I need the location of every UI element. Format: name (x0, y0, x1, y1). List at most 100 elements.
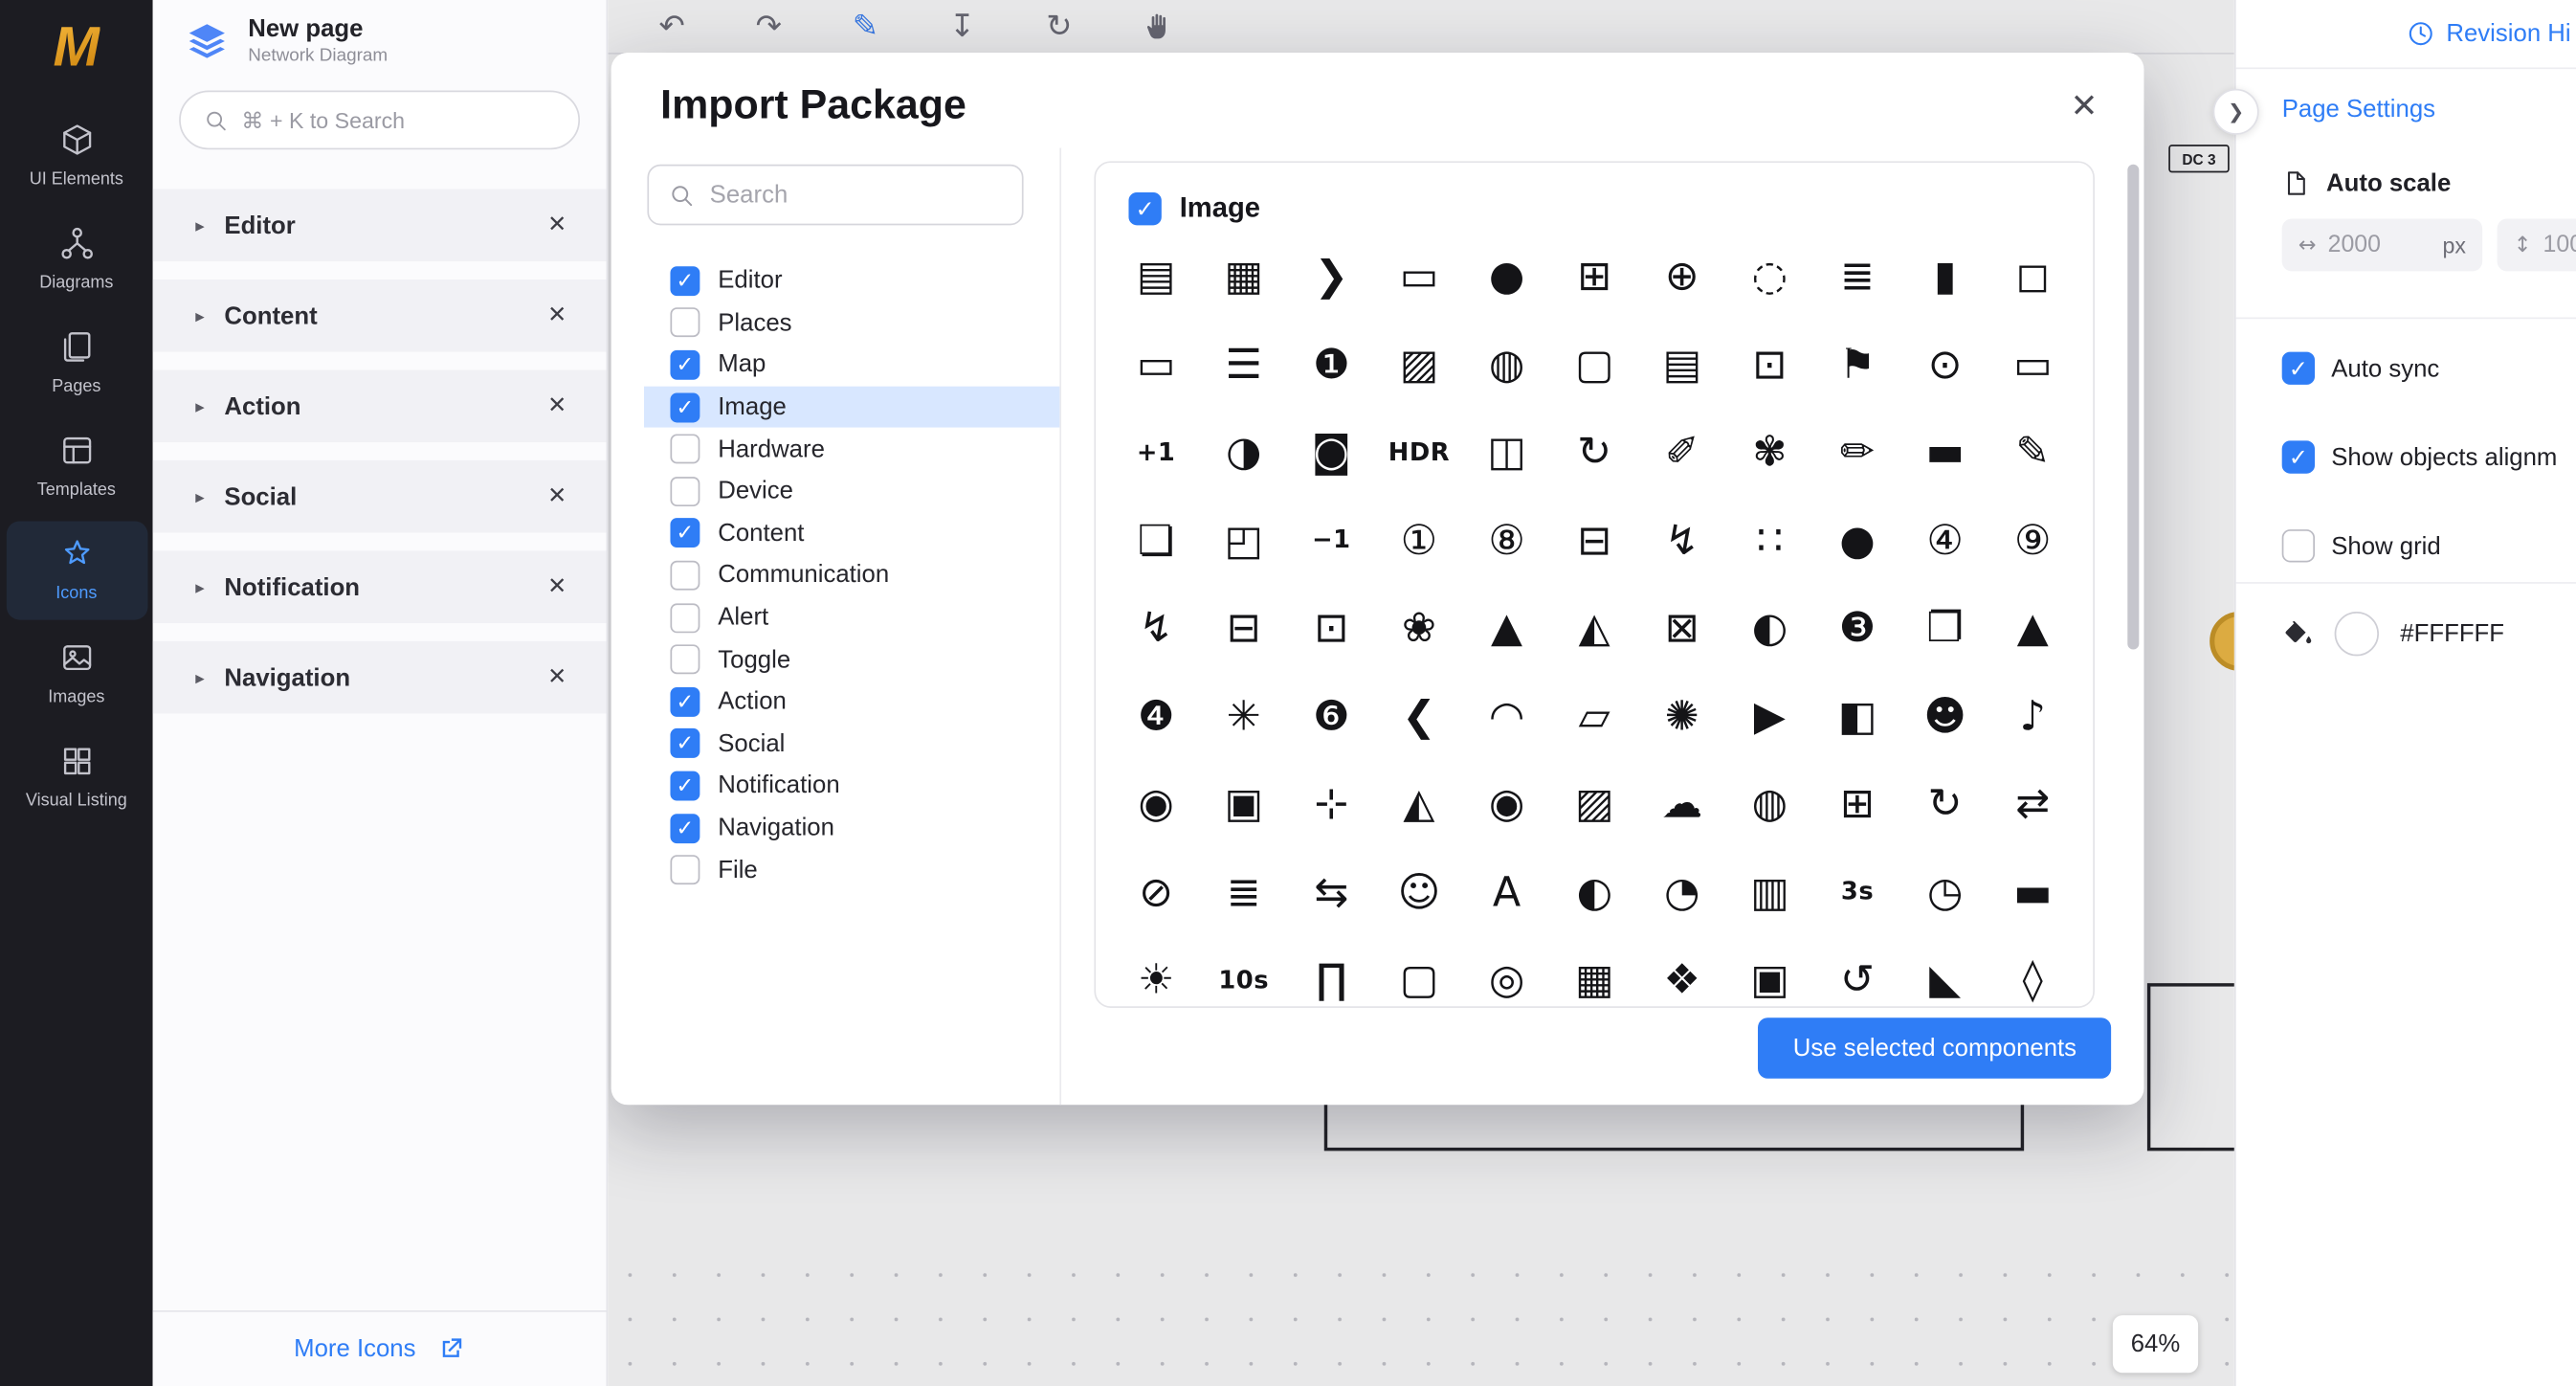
modal-search-input[interactable] (710, 181, 1003, 209)
tune-icon[interactable]: ≣ (1200, 847, 1288, 935)
looks-icon[interactable]: ◠ (1463, 672, 1551, 760)
swap-horiz-icon[interactable]: ⇆ (1288, 847, 1376, 935)
burst-mode-icon[interactable]: ▥ (1726, 847, 1814, 935)
scrollbar-thumb[interactable] (2127, 165, 2139, 650)
remove-red-eye-icon[interactable]: ◉ (1463, 760, 1551, 848)
category-checkbox[interactable] (670, 813, 700, 842)
collapse-panel-button[interactable]: ❯ (2213, 89, 2259, 135)
open-in-canvas-icon[interactable] (437, 1335, 465, 1363)
more-icons-link[interactable]: More Icons (294, 1335, 415, 1363)
panorama-wide-angle-icon[interactable]: ▭ (1112, 320, 1200, 408)
crop-free-icon[interactable]: ◰ (1200, 496, 1288, 584)
modal-search[interactable] (647, 165, 1023, 226)
crop-landscape-icon[interactable]: ▭ (1375, 232, 1463, 320)
filter-vintage-icon[interactable]: ✾ (1726, 408, 1814, 496)
category-item-content[interactable]: Content (644, 512, 1059, 554)
flip-icon[interactable]: ◫ (1463, 408, 1551, 496)
category-item-device[interactable]: Device (644, 470, 1059, 512)
palette-filled-icon[interactable]: ◍ (1726, 760, 1814, 848)
wb-incandescent-icon[interactable]: ◊ (1988, 935, 2076, 1008)
category-checkbox[interactable] (670, 771, 700, 800)
photo-library-icon[interactable]: ❏ (1112, 496, 1200, 584)
movie-creation-icon[interactable]: ◧ (1813, 672, 1901, 760)
close-icon[interactable]: ✕ (547, 393, 566, 419)
rotate-left-icon[interactable]: ↺ (1813, 935, 1901, 1008)
view-comfy-icon[interactable]: ▦ (1550, 935, 1638, 1008)
flare-icon[interactable]: ✳ (1200, 672, 1288, 760)
collections-icon[interactable]: ❐ (1901, 584, 1989, 672)
timer-icon[interactable]: ◷ (1901, 847, 1989, 935)
image-filled-icon[interactable]: ▣ (1200, 760, 1288, 848)
category-item-places[interactable]: Places (644, 302, 1059, 344)
color-swatch[interactable] (2335, 612, 2379, 656)
filter-9-outline-icon[interactable]: ⑨ (1988, 496, 2076, 584)
panel-section-action[interactable]: ▸Action✕ (153, 369, 607, 442)
portrait-icon[interactable]: ☻ (1901, 672, 1989, 760)
texture-icon[interactable]: ▨ (1550, 760, 1638, 848)
sidebar-item-images[interactable]: Images (6, 625, 147, 724)
timer-off-icon[interactable]: ⊘ (1112, 847, 1200, 935)
broken-image-icon[interactable]: ▨ (1375, 320, 1463, 408)
category-checkbox[interactable] (670, 350, 700, 380)
filter-4-icon[interactable]: ❹ (1112, 672, 1200, 760)
tonality-icon[interactable]: ◐ (1550, 847, 1638, 935)
category-checkbox[interactable] (670, 687, 700, 717)
panel-section-navigation[interactable]: ▸Navigation✕ (153, 641, 607, 714)
category-item-notification[interactable]: Notification (644, 765, 1059, 807)
brightness-medium-icon[interactable]: ◑ (1200, 408, 1288, 496)
panel-section-editor[interactable]: ▸Editor✕ (153, 190, 607, 262)
category-item-hardware[interactable]: Hardware (644, 428, 1059, 470)
center-focus-weak-icon[interactable]: ⊡ (1726, 320, 1814, 408)
category-item-navigation[interactable]: Navigation (644, 807, 1059, 849)
close-icon[interactable]: ✕ (547, 664, 566, 690)
exposure-neg-1-icon[interactable]: −1 (1288, 496, 1376, 584)
blur-linear-icon[interactable]: ≣ (1813, 232, 1901, 320)
looks-one-icon[interactable]: ❶ (1288, 320, 1376, 408)
filter-1-icon[interactable]: ① (1375, 496, 1463, 584)
center-focus-strong-icon[interactable]: ⊡ (1288, 584, 1376, 672)
sidebar-item-visual-listing[interactable]: Visual Listing (6, 729, 147, 828)
category-checkbox[interactable] (670, 477, 700, 506)
library-search[interactable] (179, 90, 580, 149)
grain-icon[interactable]: ∷ (1726, 496, 1814, 584)
lens-filled-icon[interactable]: ● (1813, 496, 1901, 584)
crop-icon[interactable]: ⊹ (1288, 760, 1376, 848)
timer-10-icon[interactable]: 10s (1200, 935, 1288, 1008)
filter-tilt-shift-icon[interactable]: ◌ (1726, 232, 1814, 320)
preview-checkbox[interactable] (1128, 192, 1161, 225)
landscape-icon[interactable]: ◭ (1550, 584, 1638, 672)
library-search-input[interactable] (241, 108, 555, 133)
category-item-social[interactable]: Social (644, 723, 1059, 765)
vignette-icon[interactable]: ⊟ (1200, 584, 1288, 672)
category-item-file[interactable]: File (644, 849, 1059, 891)
add-a-photo-icon[interactable]: ⊞ (1550, 232, 1638, 320)
wb-cloudy-icon[interactable]: ☁ (1638, 760, 1726, 848)
add-to-photos-icon[interactable]: ⊕ (1638, 232, 1726, 320)
category-item-action[interactable]: Action (644, 681, 1059, 723)
crop-original-icon[interactable]: ▢ (1550, 320, 1638, 408)
crop-square-icon[interactable]: ◻ (1988, 232, 2076, 320)
exposure-plus-1-icon[interactable]: +1 (1112, 408, 1200, 496)
switch-camera-icon[interactable]: ⇄ (1988, 760, 2076, 848)
image-icon[interactable]: ▤ (1638, 320, 1726, 408)
navigate-before-icon[interactable]: ❮ (1375, 672, 1463, 760)
filter-3-icon[interactable]: ❸ (1813, 584, 1901, 672)
paint-bucket-icon[interactable] (2282, 618, 2314, 650)
height-value-input[interactable] (2543, 232, 2576, 257)
camera-icon[interactable]: ◉ (1112, 760, 1200, 848)
edit-icon[interactable]: ✎ (1988, 408, 2076, 496)
grid-off-icon[interactable]: ⊠ (1638, 584, 1726, 672)
photo-filter-icon[interactable]: ❖ (1638, 935, 1726, 1008)
setting-auto-sync[interactable]: Auto sync (2236, 352, 2576, 385)
filter-4-outline-icon[interactable]: ④ (1901, 496, 1989, 584)
close-icon[interactable]: ✕ (547, 483, 566, 509)
crop-rotate-icon[interactable]: ↻ (1550, 408, 1638, 496)
exposure-zero-icon[interactable]: ◎ (1463, 935, 1551, 1008)
panorama-horizontal-icon[interactable]: ▭ (1988, 320, 2076, 408)
straighten-icon[interactable]: ∏ (1288, 935, 1376, 1008)
category-item-editor[interactable]: Editor (644, 259, 1059, 302)
brightness-low-icon[interactable]: ☀ (1112, 935, 1200, 1008)
photo-filled-icon[interactable]: ◭ (1375, 760, 1463, 848)
flash-auto-icon[interactable]: ↯ (1638, 496, 1726, 584)
terrain-icon[interactable]: ▲ (1988, 584, 2076, 672)
